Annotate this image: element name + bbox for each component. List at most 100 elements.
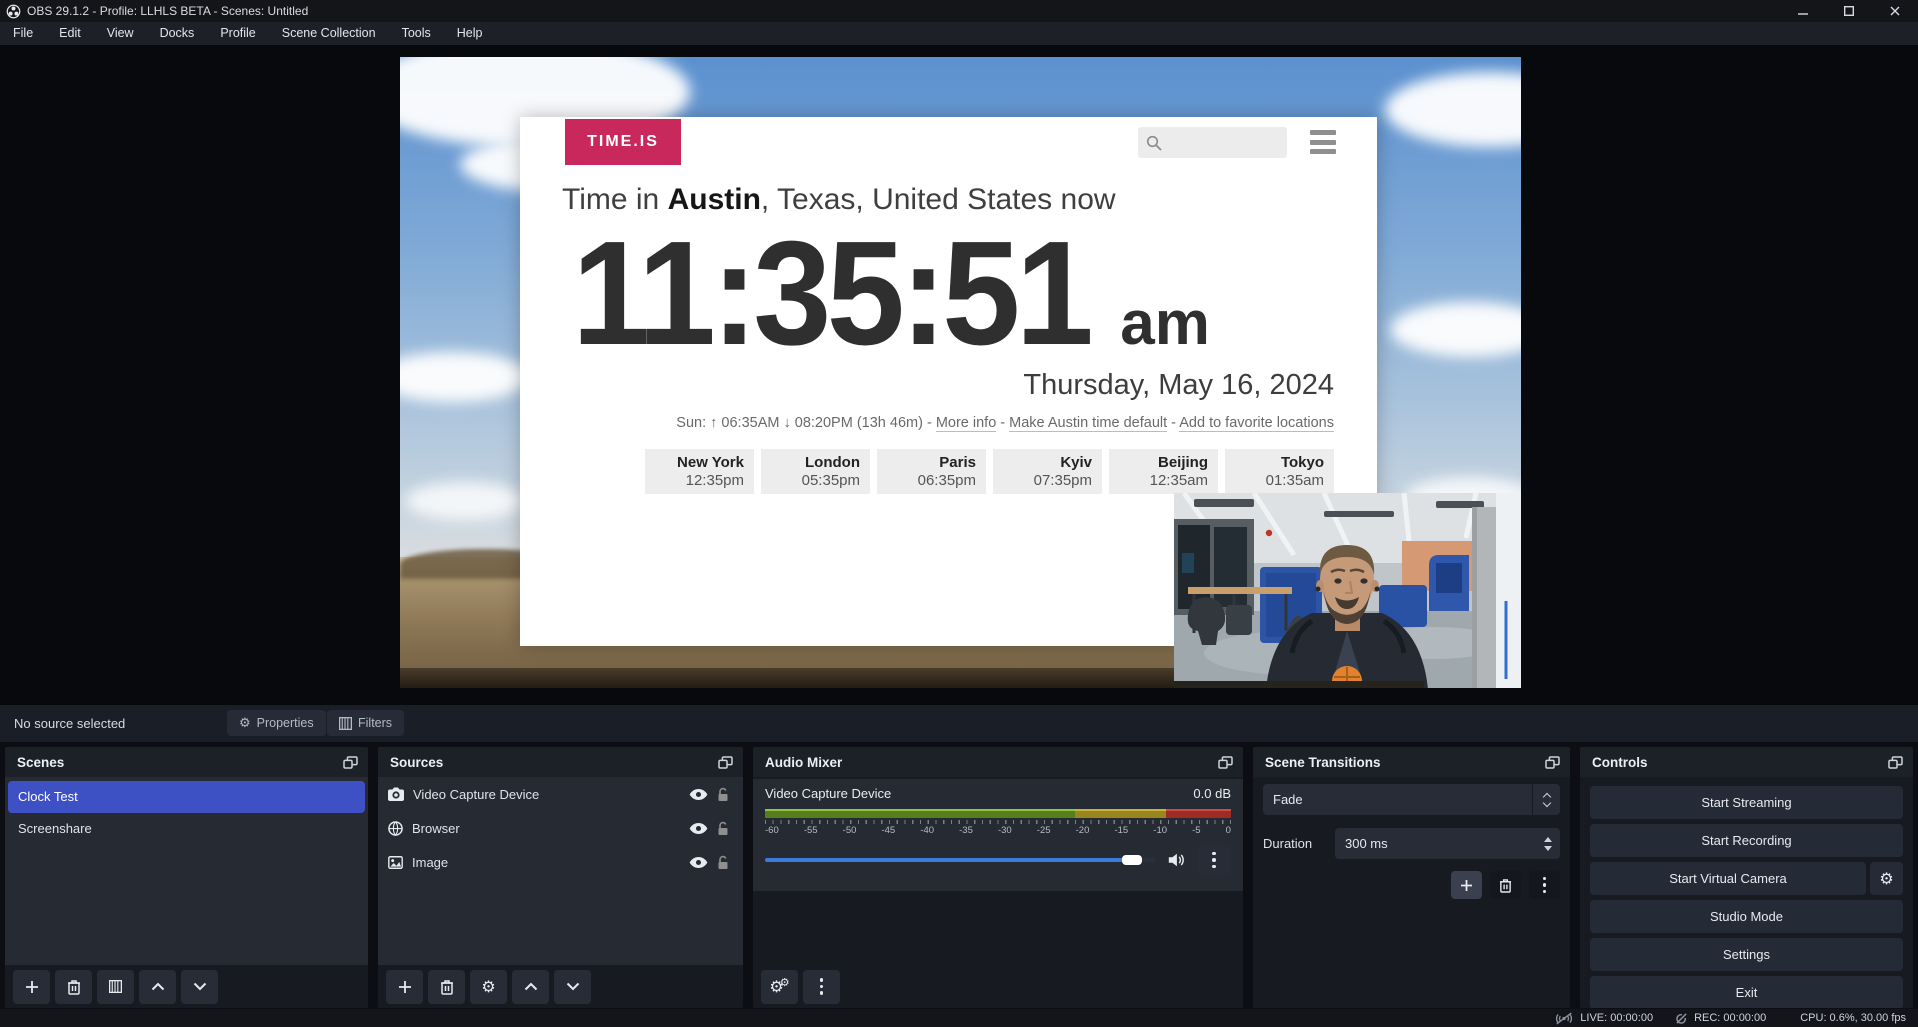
source-item-image[interactable]: Image <box>378 845 743 879</box>
menu-docks[interactable]: Docks <box>147 22 208 45</box>
city-box: New York12:35pm <box>645 449 754 494</box>
transitions-body: Fade Duration 300 ms <box>1263 777 1560 899</box>
scenes-dock: Scenes Clock Test Screenshare <box>5 747 368 1008</box>
lock-icon[interactable] <box>717 821 729 836</box>
popout-icon[interactable] <box>718 756 733 769</box>
cloud <box>400 352 530 402</box>
speaker-icon[interactable] <box>1167 852 1185 868</box>
webcam-source[interactable] <box>1174 493 1521 688</box>
city-box: Beijing12:35am <box>1109 449 1218 494</box>
menu-tools[interactable]: Tools <box>389 22 444 45</box>
lock-icon[interactable] <box>717 787 729 802</box>
scenes-toolbar <box>5 965 368 1008</box>
remove-scene-button[interactable] <box>55 970 92 1004</box>
sources-dock: Sources Video Capture Device Browser Ima… <box>378 747 743 1008</box>
visibility-eye-icon[interactable] <box>689 788 708 801</box>
live-timer: LIVE: 00:00:00 <box>1580 1012 1653 1024</box>
source-toolbar: No source selected ⚙ Properties Filters <box>0 705 1918 742</box>
rec-timer: REC: 00:00:00 <box>1694 1012 1766 1024</box>
source-list: Video Capture Device Browser Image <box>378 777 743 965</box>
menu-help[interactable]: Help <box>444 22 496 45</box>
close-button[interactable] <box>1872 0 1918 22</box>
visibility-eye-icon[interactable] <box>689 856 708 869</box>
sources-dock-header: Sources <box>378 747 743 777</box>
start-virtual-camera-button[interactable]: Start Virtual Camera <box>1590 862 1866 895</box>
popout-icon[interactable] <box>1888 756 1903 769</box>
clock-time: 11:35:51 <box>572 236 1089 351</box>
volume-slider[interactable] <box>765 858 1155 862</box>
double-gear-icon: ⚙ <box>780 977 790 988</box>
exit-button[interactable]: Exit <box>1590 976 1903 1008</box>
dock-area: Scenes Clock Test Screenshare Sources Vi… <box>0 742 1918 1009</box>
remove-source-button[interactable] <box>428 970 465 1004</box>
mixer-options-button[interactable] <box>803 970 840 1004</box>
sources-toolbar: ⚙ <box>378 965 743 1008</box>
move-scene-down-button[interactable] <box>181 970 218 1004</box>
move-source-up-button[interactable] <box>512 970 549 1004</box>
source-properties-button[interactable]: ⚙ <box>470 970 507 1004</box>
scene-item-clock-test[interactable]: Clock Test <box>8 781 365 813</box>
dock-title: Controls <box>1592 755 1648 770</box>
advanced-audio-button[interactable]: ⚙⚙ <box>761 970 798 1004</box>
add-scene-button[interactable] <box>13 970 50 1004</box>
visibility-eye-icon[interactable] <box>689 822 708 835</box>
popout-icon[interactable] <box>1218 756 1233 769</box>
image-icon <box>388 856 403 869</box>
volume-slider-handle[interactable] <box>1122 855 1142 865</box>
menu-view[interactable]: View <box>94 22 147 45</box>
remove-transition-button[interactable] <box>1490 871 1521 899</box>
duration-spinbox[interactable]: 300 ms <box>1335 828 1560 859</box>
kebab-menu-icon <box>1212 852 1216 869</box>
spin-down-icon[interactable] <box>1544 846 1552 851</box>
camera-icon <box>388 787 404 801</box>
popout-icon[interactable] <box>343 756 358 769</box>
source-item-browser[interactable]: Browser <box>378 811 743 845</box>
start-streaming-button[interactable]: Start Streaming <box>1590 786 1903 819</box>
transition-options-button[interactable] <box>1529 871 1560 899</box>
minimize-button[interactable] <box>1780 0 1826 22</box>
lock-icon[interactable] <box>717 855 729 870</box>
settings-button[interactable]: Settings <box>1590 938 1903 971</box>
popout-icon[interactable] <box>1545 756 1560 769</box>
start-recording-button[interactable]: Start Recording <box>1590 824 1903 857</box>
add-source-button[interactable] <box>386 970 423 1004</box>
meter-tick-labels: -60-55-50-45-40-35-30-25-20-15-10-50 <box>765 825 1231 836</box>
clock-meridiem: am <box>1120 299 1210 349</box>
status-bar: LIVE: 00:00:00 REC: 00:00:00 CPU: 0.6%, … <box>0 1009 1918 1027</box>
spin-arrows[interactable] <box>1544 828 1552 859</box>
controls-dock: Controls Start Streaming Start Recording… <box>1580 747 1913 1008</box>
scenes-dock-header: Scenes <box>5 747 368 777</box>
source-item-video-capture[interactable]: Video Capture Device <box>378 777 743 811</box>
city-box: Kyiv07:35pm <box>993 449 1102 494</box>
move-source-down-button[interactable] <box>554 970 591 1004</box>
world-cities-row: New York12:35pm London05:35pm Paris06:35… <box>562 449 1334 494</box>
maximize-button[interactable] <box>1826 0 1872 22</box>
mixer-toolbar: ⚙⚙ <box>753 965 1243 1008</box>
transition-select[interactable]: Fade <box>1263 784 1560 815</box>
menu-scene-collection[interactable]: Scene Collection <box>269 22 389 45</box>
add-transition-button[interactable] <box>1451 871 1482 899</box>
menu-profile[interactable]: Profile <box>207 22 268 45</box>
make-default-link: Make Austin time default <box>1009 415 1167 432</box>
filters-button[interactable]: Filters <box>327 710 404 736</box>
scene-transitions-dock: Scene Transitions Fade Duration 300 ms <box>1253 747 1570 1008</box>
timeis-logo: TIME.IS <box>565 119 681 165</box>
preview-canvas[interactable]: TIME.IS Time in Austin, Texas, United St… <box>400 57 1521 688</box>
scene-item-screenshare[interactable]: Screenshare <box>5 813 368 845</box>
move-scene-up-button[interactable] <box>139 970 176 1004</box>
selection-status: No source selected <box>14 716 125 731</box>
cloud <box>405 482 525 520</box>
virtual-camera-settings-button[interactable]: ⚙ <box>1870 862 1903 895</box>
volume-meter <box>765 809 1231 818</box>
menu-file[interactable]: File <box>0 22 46 45</box>
channel-options-button[interactable] <box>1197 845 1231 875</box>
scene-filters-button[interactable] <box>97 970 134 1004</box>
title-bar: OBS 29.1.2 - Profile: LLHLS BETA - Scene… <box>0 0 1918 22</box>
channel-name: Video Capture Device <box>765 786 891 801</box>
menu-bar: File Edit View Docks Profile Scene Colle… <box>0 22 1918 45</box>
properties-button[interactable]: ⚙ Properties <box>227 710 326 736</box>
spin-up-icon[interactable] <box>1544 837 1552 842</box>
studio-mode-button[interactable]: Studio Mode <box>1590 900 1903 933</box>
hamburger-menu-icon <box>1310 130 1336 154</box>
menu-edit[interactable]: Edit <box>46 22 94 45</box>
